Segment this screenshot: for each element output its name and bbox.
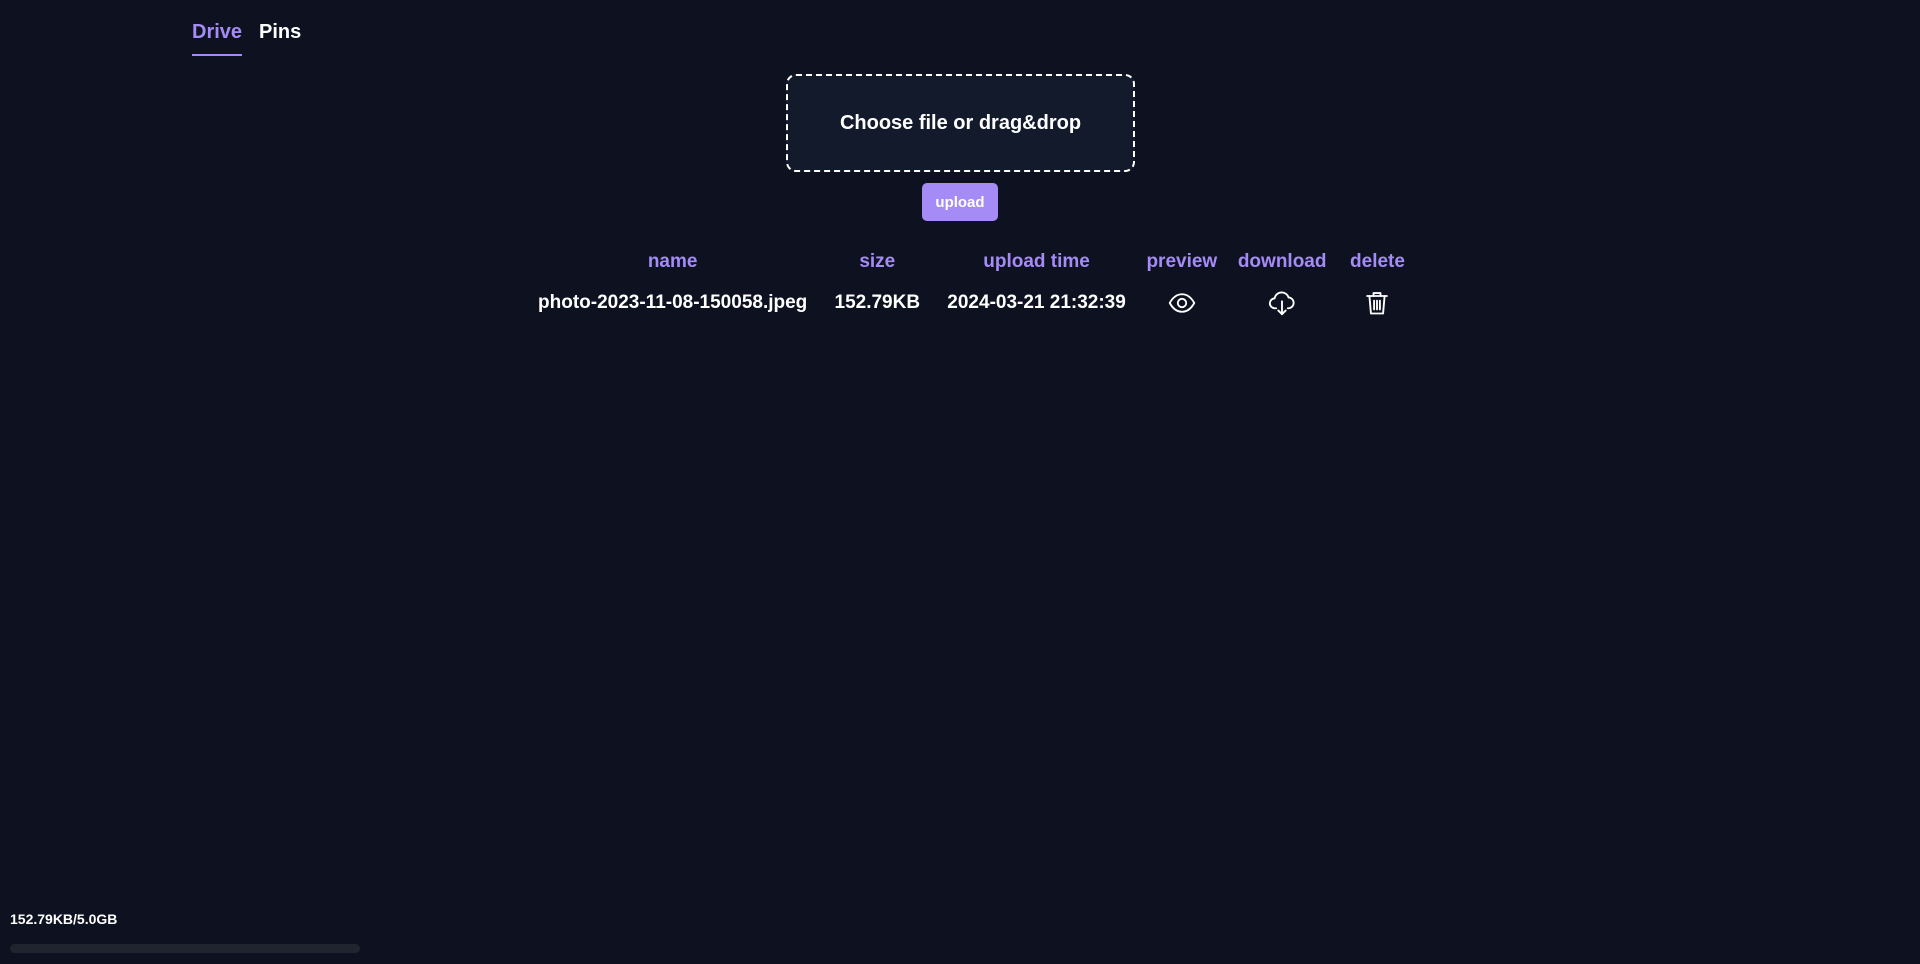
table-header-row: name size upload time preview download d… [528,247,1418,285]
cloud-download-icon[interactable] [1266,287,1298,319]
header-preview: preview [1146,251,1218,272]
file-dropzone[interactable]: Choose file or drag&drop [786,74,1135,172]
table-row: photo-2023-11-08-150058.jpeg 152.79KB 20… [528,285,1418,321]
header-delete: delete [1350,251,1405,272]
header-name: name [647,251,698,272]
tab-drive[interactable]: Drive [192,20,243,56]
header-upload-time: upload time [983,251,1090,272]
file-table: name size upload time preview download d… [528,247,1418,321]
download-cell [1228,285,1337,321]
upload-button[interactable]: upload [922,183,998,221]
file-size: 152.79KB [834,292,921,313]
header-download: download [1237,251,1327,272]
file-name: photo-2023-11-08-150058.jpeg [538,292,808,313]
delete-cell [1336,285,1418,321]
drive-page: Drive Pins Choose file or drag&drop uplo… [0,0,1920,964]
trash-icon[interactable] [1361,287,1393,319]
storage-progress-bar [10,944,360,953]
storage-usage-label: 152.79KB/5.0GB [10,911,118,927]
eye-icon[interactable] [1166,287,1198,319]
file-upload-time: 2024-03-21 21:32:39 [947,292,1126,313]
tab-bar: Drive Pins [192,20,301,56]
header-size: size [859,251,896,272]
preview-cell [1136,285,1228,321]
tab-pins[interactable]: Pins [259,20,301,56]
dropzone-label: Choose file or drag&drop [839,111,1082,134]
